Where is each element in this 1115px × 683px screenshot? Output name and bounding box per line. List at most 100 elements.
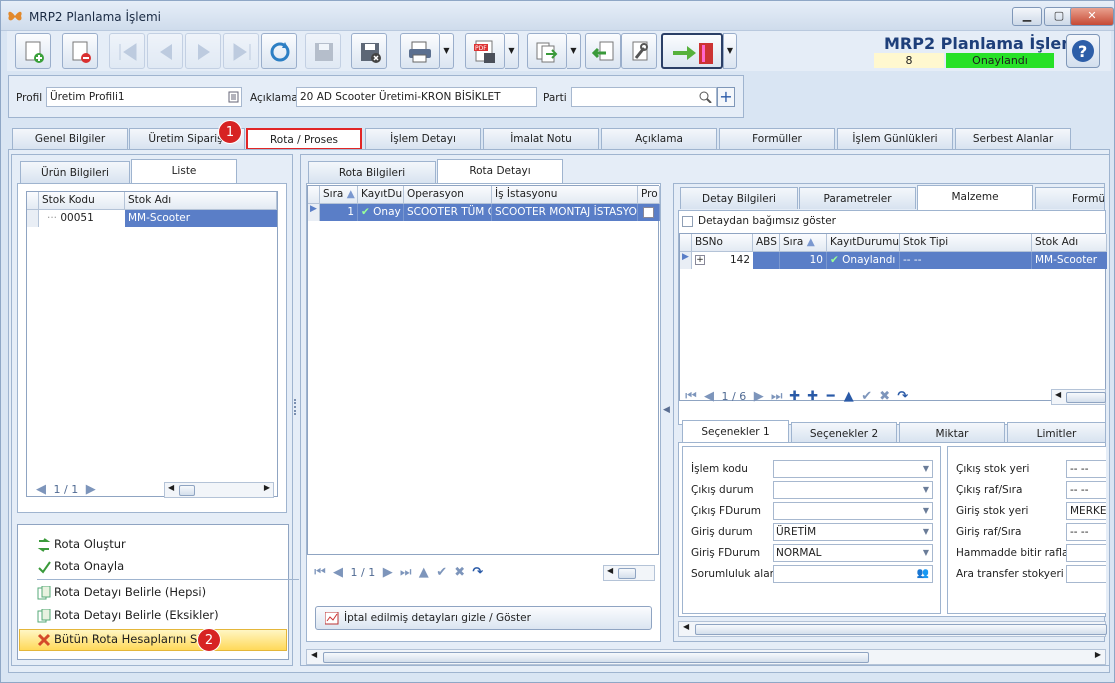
tab-rota-bilgileri[interactable]: Rota Bilgileri (308, 161, 436, 183)
last-page-icon[interactable]: ⏭ (397, 565, 415, 580)
minimize-button[interactable]: ▁ (1012, 7, 1042, 26)
import-button[interactable] (585, 33, 621, 69)
rota-detayi-eksikler-button[interactable]: Rota Detayı Belirle (Eksikler) (37, 608, 219, 623)
tab-liste[interactable]: Liste (131, 159, 237, 183)
remove-icon[interactable]: ━ (822, 389, 840, 404)
list-picker-icon[interactable] (228, 91, 239, 103)
col-kayitdur[interactable]: KayıtDur (358, 186, 404, 204)
tab-imalat-notu[interactable]: İmalat Notu (483, 128, 599, 149)
cikis-durum-select[interactable]: ▼ (773, 481, 933, 499)
pdf-dropdown[interactable]: ▼ (505, 33, 519, 69)
hammadde-raflar-field[interactable] (1066, 544, 1106, 562)
tab-aciklama[interactable]: Açıklama (601, 128, 717, 149)
cikis-raf-field[interactable]: -- -- (1066, 481, 1106, 499)
right-area-hscroll[interactable]: ◀ ▶ (306, 649, 1106, 665)
scroll-right-icon[interactable]: ▶ (1095, 650, 1101, 659)
next-page-icon[interactable]: ▶ (750, 389, 768, 404)
next-record-button[interactable] (185, 33, 221, 69)
scroll-right-icon[interactable]: ▶ (264, 483, 270, 492)
move-up-icon[interactable]: ▲ (415, 565, 433, 580)
scroll-thumb[interactable] (323, 652, 869, 663)
scroll-left-icon[interactable]: ◀ (1055, 390, 1061, 399)
first-page-icon[interactable]: ⏮ (311, 565, 329, 580)
delete-document-button[interactable] (62, 33, 98, 69)
scroll-left-icon[interactable]: ◀ (311, 650, 317, 659)
col-operasyon[interactable]: Operasyon (404, 186, 492, 204)
previous-record-button[interactable] (147, 33, 183, 69)
profil-field[interactable]: Üretim Profili1 (46, 87, 242, 107)
table-row-bsno[interactable]: +142 (692, 252, 753, 269)
add-sub-icon[interactable]: ✚ (804, 389, 822, 404)
table-row[interactable]: 1 ✔ Onay SCOOTER TÜM G SCOOTER MONTAJ İS… (320, 204, 660, 221)
people-icon[interactable]: 👥 (917, 566, 929, 582)
col-kayitdurumu[interactable]: KayıtDurumu (827, 234, 900, 252)
table-row[interactable]: 10 ✔ Onaylandı -- -- MM-Scooter (753, 252, 1107, 269)
options-hscroll[interactable]: ◀ (678, 621, 1107, 637)
scroll-thumb[interactable] (695, 624, 1107, 635)
scroll-thumb[interactable] (1066, 392, 1106, 403)
first-record-button[interactable] (109, 33, 145, 69)
tab-detay-bilgileri[interactable]: Detay Bilgileri (680, 187, 798, 209)
tab-urun-bilgileri[interactable]: Ürün Bilgileri (20, 161, 130, 183)
sorumluluk-alani-field[interactable]: 👥 (773, 565, 933, 583)
tab-parametreler[interactable]: Parametreler (799, 187, 916, 209)
material-hscroll[interactable]: ◀ (1051, 389, 1106, 405)
cancel-icon[interactable]: ✖ (451, 565, 469, 580)
col-sira[interactable]: Sıra ▲ (780, 234, 827, 252)
new-document-button[interactable] (15, 33, 51, 69)
col-bsno[interactable]: BSNo (692, 234, 753, 252)
help-button[interactable]: ? (1066, 34, 1100, 68)
aciklama-field[interactable]: 20 AD Scooter Üretimi-KRON BİSİKLET (296, 87, 537, 107)
parti-field[interactable] (571, 87, 717, 107)
tab-malzeme[interactable]: Malzeme (917, 185, 1033, 210)
tab-formul[interactable]: Formü (1035, 187, 1105, 209)
prev-page-icon[interactable]: ◀ (32, 482, 50, 497)
middle-hscroll[interactable]: ◀ (603, 565, 655, 581)
giris-raf-field[interactable]: -- -- (1066, 523, 1106, 541)
tab-genel-bilgiler[interactable]: Genel Bilgiler (12, 128, 128, 149)
exit-button[interactable] (661, 33, 723, 69)
save-cancel-button[interactable] (351, 33, 387, 69)
collapse-arrow-icon[interactable]: ◀ (663, 405, 670, 415)
close-button[interactable]: ✕ (1070, 7, 1114, 26)
col-stok-adi[interactable]: Stok Adı (125, 192, 277, 210)
next-page-icon[interactable]: ▶ (82, 482, 100, 497)
rota-detayi-hepsi-button[interactable]: Rota Detayı Belirle (Hepsi) (37, 585, 206, 600)
pro-checkbox[interactable] (643, 207, 654, 218)
cikis-stok-yeri-field[interactable]: -- -- (1066, 460, 1106, 478)
col-abs[interactable]: ABS (753, 234, 780, 252)
col-pro[interactable]: Pro (638, 186, 660, 204)
add-icon[interactable]: ✚ (786, 389, 804, 404)
cancelled-toggle-button[interactable]: İptal edilmiş detayları gizle / Göster (315, 606, 652, 630)
last-page-icon[interactable]: ⏭ (768, 389, 786, 404)
tab-rota-detayi[interactable]: Rota Detayı (437, 159, 563, 183)
giris-fdurum-select[interactable]: NORMAL ▼ (773, 544, 933, 562)
add-parti-button[interactable]: + (717, 87, 735, 107)
rota-onayla-button[interactable]: Rota Onayla (38, 559, 124, 574)
scroll-left-icon[interactable]: ◀ (168, 483, 174, 492)
prev-page-icon[interactable]: ◀ (700, 389, 718, 404)
scroll-left-icon[interactable]: ◀ (607, 566, 613, 575)
tab-miktar[interactable]: Miktar (899, 422, 1005, 442)
tools-button[interactable] (621, 33, 657, 69)
tab-rota-proses[interactable]: Rota / Proses (246, 128, 362, 150)
next-page-icon[interactable]: ▶ (379, 565, 397, 580)
refresh-button[interactable] (261, 33, 297, 69)
print-button[interactable] (400, 33, 440, 69)
butun-rota-sil-button[interactable]: Bütün Rota Hesaplarını Sil (37, 632, 204, 647)
save-button[interactable] (305, 33, 341, 69)
giris-stok-yeri-field[interactable]: MERKE (1066, 502, 1106, 520)
tab-limitler[interactable]: Limitler (1007, 422, 1106, 442)
col-sira[interactable]: Sıra ▲ (320, 186, 358, 204)
move-up-icon[interactable]: ▲ (840, 389, 858, 404)
approve-icon[interactable]: ✔ (858, 389, 876, 404)
scroll-left-icon[interactable]: ◀ (683, 622, 689, 631)
undo-icon[interactable]: ↷ (469, 565, 487, 580)
export-dropdown[interactable]: ▼ (567, 33, 581, 69)
tab-islem-detayi[interactable]: İşlem Detayı (365, 128, 481, 149)
giris-durum-select[interactable]: ÜRETİM ▼ (773, 523, 933, 541)
tab-secenekler-1[interactable]: Seçenekler 1 (682, 420, 789, 442)
prev-page-icon[interactable]: ◀ (329, 565, 347, 580)
tab-islem-gunlukleri[interactable]: İşlem Günlükleri (837, 128, 953, 149)
islem-kodu-select[interactable]: ▼ (773, 460, 933, 478)
